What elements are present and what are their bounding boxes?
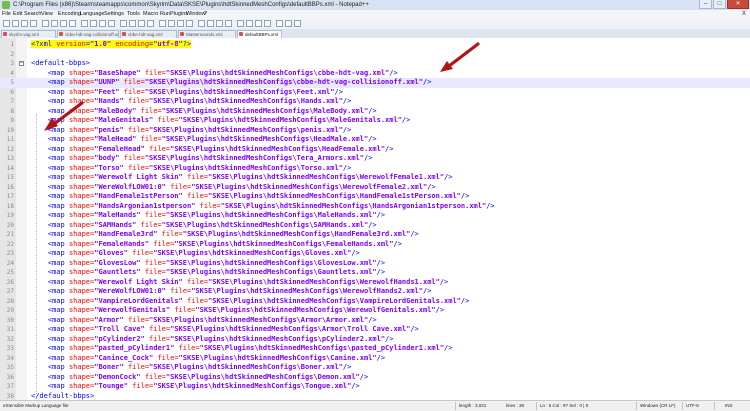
status-eol: Windows (CR LF)	[640, 403, 676, 408]
status-lines: lines : 38	[506, 403, 525, 408]
status-bar: eXtensible Markup Language file length :…	[0, 400, 750, 411]
annotation-arrows	[44, 42, 480, 131]
arrow-to-collisionoff	[440, 42, 480, 72]
status-language: eXtensible Markup Language file	[3, 403, 69, 408]
status-length: length : 3,021	[459, 403, 487, 408]
status-insert-mode: INS	[725, 403, 733, 408]
status-encoding: UTF-8	[686, 403, 699, 408]
arrow-to-uunp	[44, 101, 84, 131]
status-position: Ln : 5 Col : 97 Sel : 0 | 0	[540, 403, 589, 408]
